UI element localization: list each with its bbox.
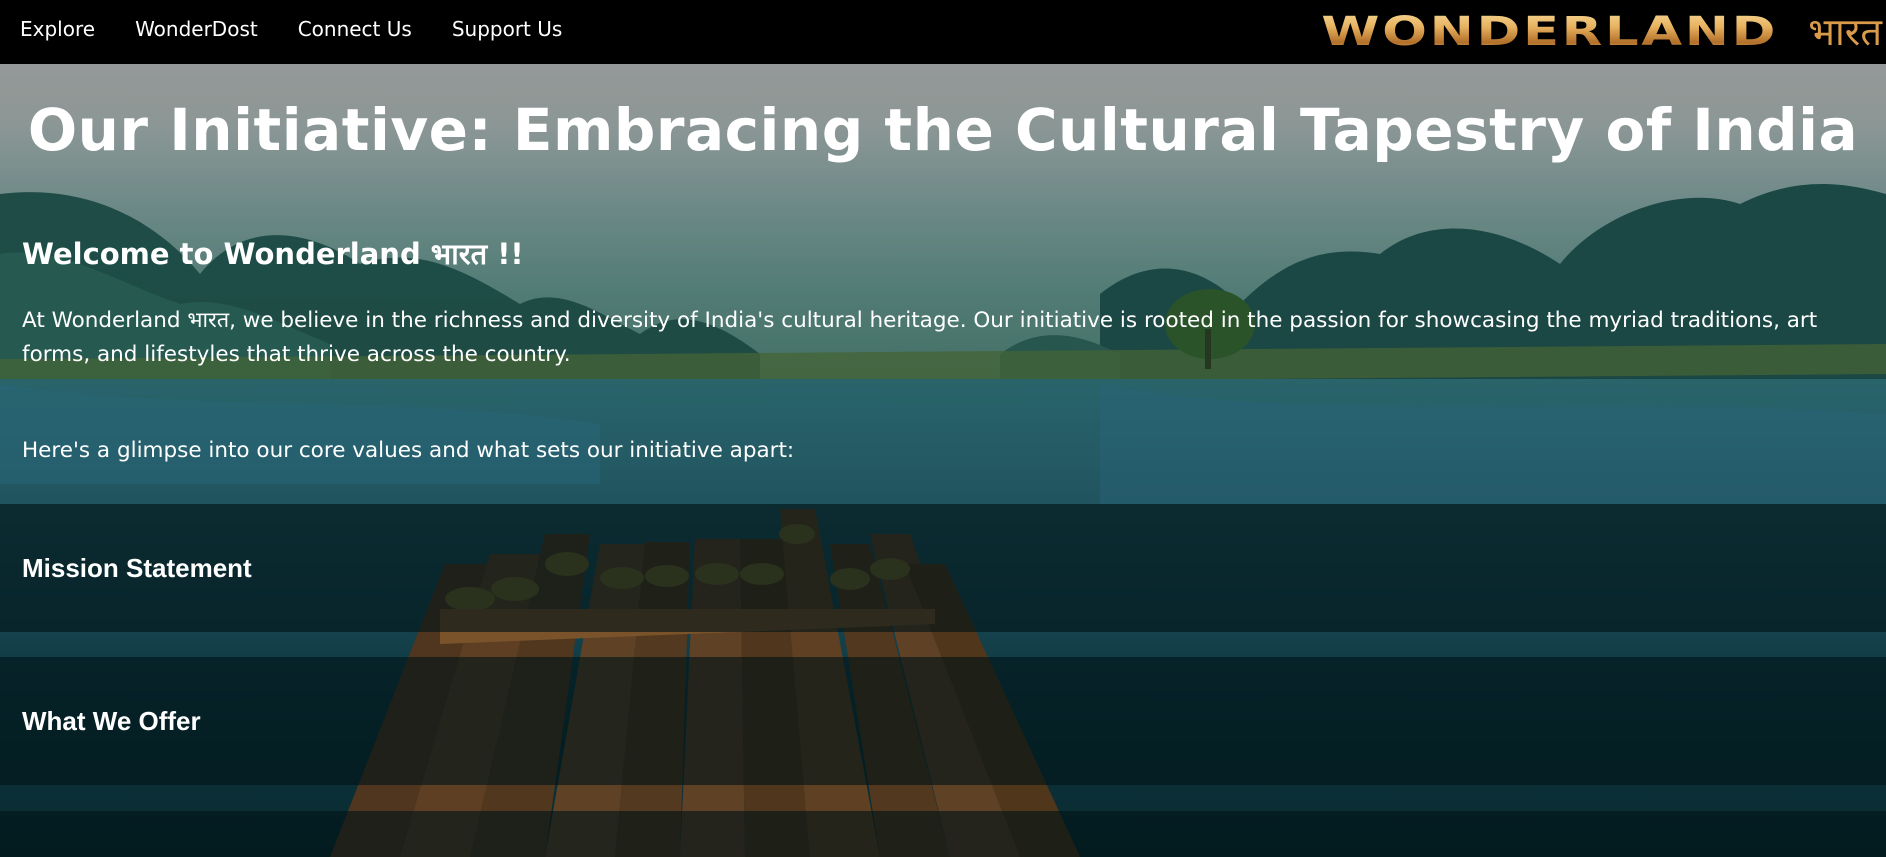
top-navbar: Explore WonderDost Connect Us Support Us…: [0, 0, 1886, 64]
page: Explore WonderDost Connect Us Support Us…: [0, 0, 1886, 857]
main-content: Our Initiative: Embracing the Cultural T…: [0, 64, 1886, 857]
welcome-heading: Welcome to Wonderland भारत !!: [22, 237, 524, 271]
brand-logo[interactable]: WONDERLAND भारत: [1321, 6, 1882, 58]
brand-logo-wordmark: WONDERLAND: [1321, 6, 1778, 58]
nav-link-connect-us[interactable]: Connect Us: [298, 17, 412, 41]
section-next: [0, 811, 1886, 857]
section-what-we-offer[interactable]: What We Offer: [0, 657, 1886, 785]
section-title-mission-statement: Mission Statement: [22, 553, 252, 583]
section-title-what-we-offer: What We Offer: [22, 706, 201, 736]
nav-link-explore[interactable]: Explore: [20, 17, 95, 41]
page-title: Our Initiative: Embracing the Cultural T…: [27, 96, 1859, 164]
nav-link-wonderdost[interactable]: WonderDost: [135, 17, 258, 41]
nav-link-support-us[interactable]: Support Us: [452, 17, 562, 41]
intro-paragraph: At Wonderland भारत, we believe in the ri…: [22, 308, 1818, 367]
brand-logo-devanagari: भारत: [1808, 10, 1882, 54]
core-values-intro: Here's a glimpse into our core values an…: [22, 438, 795, 463]
nav-links: Explore WonderDost Connect Us Support Us: [20, 0, 562, 58]
section-mission-statement[interactable]: Mission Statement: [0, 504, 1886, 632]
